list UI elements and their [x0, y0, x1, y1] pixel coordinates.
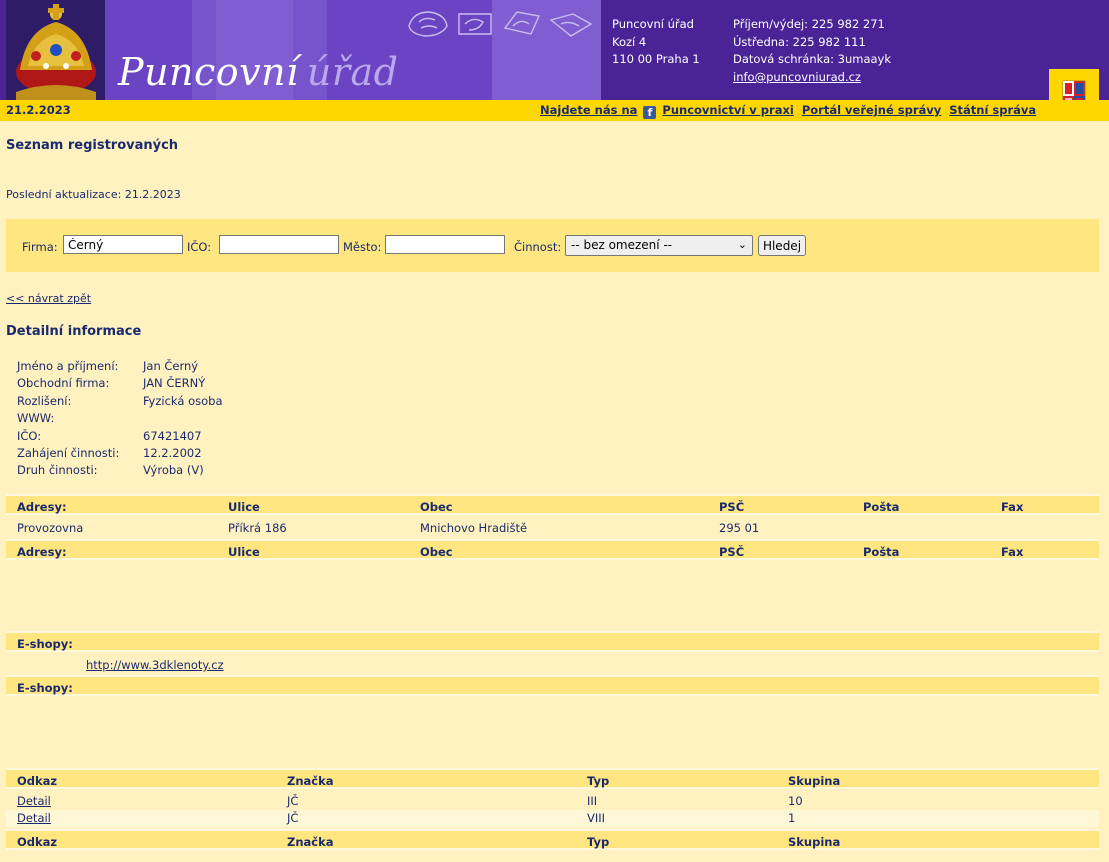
detail-label: Rozlišení: — [17, 393, 72, 408]
detail-label: Zahájení činnosti: — [17, 445, 120, 460]
mark-group: 10 — [788, 794, 803, 808]
col-psc: PSČ — [719, 545, 745, 559]
back-link[interactable]: << návrat zpět — [6, 292, 91, 305]
col-obec: Obec — [420, 545, 453, 559]
search-button[interactable]: Hledej — [758, 235, 806, 256]
col-typ: Typ — [587, 774, 610, 788]
office-address: Puncovní úřad Kozí 4 110 00 Praha 1 — [612, 16, 700, 69]
address-city: Mnichovo Hradiště — [420, 521, 528, 535]
col-skupina: Skupina — [788, 835, 841, 849]
table-row: Detail JČ VIII 1 — [6, 810, 1099, 827]
table-row: Provozovna Příkrá 186 Mnichovo Hradiště … — [6, 520, 1099, 537]
switchboard-text: Ústředna: 225 982 111 — [733, 34, 866, 49]
col-adresy: Adresy: — [17, 500, 67, 514]
col-obec: Obec — [420, 500, 453, 514]
col-fax: Fax — [1001, 545, 1024, 559]
col-ulice: Ulice — [228, 545, 260, 559]
cinnost-select[interactable]: -- bez omezení -- ⌄ — [565, 235, 753, 256]
top-nav: Najdete nás na f Puncovnictví v praxi Portá… — [540, 103, 1044, 119]
col-posta: Pošta — [863, 545, 900, 559]
eshop-link[interactable]: http://www.3dklenoty.cz — [86, 658, 224, 672]
col-odkaz: Odkaz — [17, 774, 58, 788]
address-zip: 295 01 — [719, 521, 760, 535]
detail-label: Jméno a příjmení: — [17, 359, 119, 373]
detail-link[interactable]: Detail — [17, 811, 51, 825]
office-name: Puncovní úřad — [612, 17, 694, 31]
office-contacts: Příjem/výdej: 225 982 271 Ústředna: 225 … — [733, 16, 891, 86]
eshops-label: E-shopy: — [17, 637, 73, 651]
col-znacka: Značka — [287, 835, 334, 849]
detail-title: Detailní informace — [6, 324, 142, 339]
table-row: Detail JČ III 10 — [6, 793, 1099, 810]
nav-link-statni-sprava[interactable]: Státní správa — [949, 103, 1036, 117]
detail-value: Jan Černý — [143, 359, 199, 373]
col-psc: PSČ — [719, 500, 745, 514]
address-street: Příkrá 186 — [228, 521, 287, 535]
address-type: Provozovna — [17, 521, 84, 535]
office-street: Kozí 4 — [612, 34, 647, 49]
col-odkaz: Odkaz — [17, 835, 58, 849]
nav-link-puncovnictvi[interactable]: Puncovnictví v praxi — [662, 103, 793, 117]
nav-bar: 21.2.2023 Najdete nás na f Puncovnictví v … — [0, 100, 1109, 121]
col-znacka: Značka — [287, 774, 334, 788]
col-adresy: Adresy: — [17, 545, 67, 559]
chevron-down-icon: ⌄ — [737, 238, 747, 251]
table-row: http://www.3dklenoty.cz — [6, 657, 1099, 674]
phone-text: Příjem/výdej: 225 982 271 — [733, 17, 885, 31]
crown-logo-image — [6, 0, 105, 100]
detail-value: Výroba (V) — [143, 463, 204, 478]
detail-value: 67421407 — [143, 428, 202, 443]
addresses-header: Adresy: Ulice Obec PSČ Pošta Fax — [6, 494, 1099, 515]
detail-label: Obchodní firma: — [17, 376, 110, 391]
detail-label: IČO: — [17, 428, 42, 443]
eshops-label: E-shopy: — [17, 681, 73, 695]
addresses-footer: Adresy: Ulice Obec PSČ Pošta Fax — [6, 539, 1099, 560]
detail-value: JAN ČERNÝ — [143, 376, 206, 391]
current-date: 21.2.2023 — [6, 103, 71, 117]
detail-value: Fyzická osoba — [143, 393, 223, 408]
col-typ: Typ — [587, 835, 610, 849]
mark-type: III — [587, 794, 598, 808]
detail-value: 12.2.2002 — [143, 445, 202, 460]
mark-type: VIII — [587, 811, 606, 825]
firma-label: Firma: — [22, 240, 58, 254]
office-city: 110 00 Praha 1 — [612, 52, 700, 67]
mesto-input[interactable] — [385, 235, 505, 254]
facebook-icon[interactable]: f — [643, 106, 657, 119]
cinnost-label: Činnost: — [514, 240, 562, 254]
col-posta: Pošta — [863, 500, 900, 514]
site-logo-text[interactable]: Puncovní úřad — [118, 50, 399, 94]
cinnost-selected-value: -- bez omezení -- — [571, 238, 673, 252]
ico-input[interactable] — [219, 235, 339, 254]
detail-link[interactable]: Detail — [17, 794, 51, 808]
last-update-text: Poslední aktualizace: 21.2.2023 — [6, 188, 181, 201]
mark-code: JČ — [287, 794, 299, 808]
detail-label: WWW: — [17, 411, 55, 426]
site-header: Puncovní úřad Puncovní úřad Kozí 4 110 0… — [0, 0, 1109, 121]
search-form: Firma: IČO: Město: Činnost: -- bez omeze… — [6, 219, 1099, 272]
crown-icon — [6, 0, 105, 100]
firma-input[interactable] — [63, 235, 183, 254]
mesto-label: Město: — [343, 240, 382, 254]
marks-header: Odkaz Značka Typ Skupina — [6, 768, 1099, 789]
mark-group: 1 — [788, 811, 796, 825]
col-fax: Fax — [1001, 500, 1024, 514]
eshops-header: E-shopy: — [6, 631, 1099, 652]
find-us-link[interactable]: Najdete nás na — [540, 103, 637, 117]
databox-text: Datová schránka: 3umaayk — [733, 52, 892, 67]
detail-label: Druh činnosti: — [17, 463, 98, 478]
marks-footer: Odkaz Značka Typ Skupina — [6, 829, 1099, 850]
col-ulice: Ulice — [228, 500, 260, 514]
mark-code: JČ — [287, 811, 299, 825]
ico-label: IČO: — [187, 240, 212, 254]
nav-link-portal[interactable]: Portál veřejné správy — [802, 103, 941, 117]
hallmark-icons — [408, 11, 593, 37]
col-skupina: Skupina — [788, 774, 841, 788]
page-title: Seznam registrovaných — [6, 138, 179, 153]
email-link[interactable]: info@puncovniurad.cz — [733, 70, 861, 84]
eshops-footer: E-shopy: — [6, 675, 1099, 696]
